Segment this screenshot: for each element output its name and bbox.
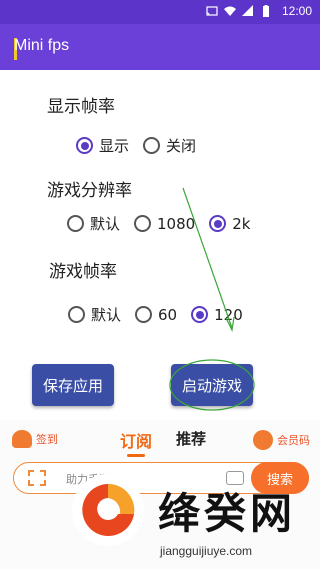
signal-icon (242, 5, 253, 16)
resolution-title: 游戏分辨率 (47, 181, 132, 201)
active-tab-indicator (127, 454, 145, 457)
wifi-icon (224, 6, 236, 16)
app-bar: Mini fps (0, 24, 320, 70)
radio-display-fps-show[interactable]: 显示 (76, 135, 129, 156)
resolution-options: 默认 1080 2k (67, 213, 264, 234)
radio-game-fps-60[interactable]: 60 (135, 306, 177, 324)
radio-checked-icon (76, 137, 93, 154)
radio-label: 1080 (157, 214, 196, 233)
battery-icon (263, 5, 269, 17)
display-fps-title: 显示帧率 (47, 97, 115, 117)
display-fps-options: 显示 关闭 (76, 135, 210, 156)
radio-unchecked-icon (67, 215, 84, 232)
radio-label: 60 (158, 305, 178, 324)
game-fps-title: 游戏帧率 (49, 262, 117, 282)
sign-in-label: 签到 (36, 433, 58, 446)
ad-tab-bar: 签到 订阅 推荐 会员码 (0, 426, 320, 457)
game-fps-options: 默认 60 120 (68, 304, 257, 325)
radio-label: 关闭 (166, 137, 197, 155)
radio-game-fps-default[interactable]: 默认 (68, 304, 121, 325)
radio-unchecked-icon (68, 306, 85, 323)
watermark-domain: jiangguijiuye.com (160, 544, 253, 558)
app-title: Mini fps (14, 37, 70, 54)
radio-unchecked-icon (143, 137, 161, 154)
vip-code-button[interactable]: 会员码 (253, 430, 310, 450)
cast-icon (206, 6, 218, 16)
gift-icon (12, 430, 32, 448)
vip-label: 会员码 (277, 434, 310, 447)
radio-checked-icon (209, 215, 227, 232)
radio-label: 120 (214, 305, 243, 324)
save-apply-button[interactable]: 保存应用 (32, 364, 114, 406)
radio-label: 默认 (91, 306, 122, 324)
status-bar: 12:00 (0, 0, 320, 24)
tab-recommend[interactable]: 推荐 (176, 428, 206, 449)
radio-label: 默认 (90, 215, 121, 233)
status-time: 12:00 (281, 4, 312, 18)
watermark-logo-icon (72, 474, 144, 546)
radio-display-fps-off[interactable]: 关闭 (143, 135, 196, 156)
tab-subscribe[interactable]: 订阅 (120, 428, 152, 452)
radio-resolution-default[interactable]: 默认 (67, 213, 120, 234)
radio-label: 显示 (99, 137, 130, 155)
scan-icon[interactable] (28, 470, 46, 486)
radio-label: 2k (232, 214, 251, 233)
radio-game-fps-120[interactable]: 120 (191, 306, 243, 324)
watermark-title: 绛癸网 (158, 489, 297, 538)
radio-resolution-2k[interactable]: 2k (209, 215, 250, 233)
status-icons (206, 5, 272, 17)
sign-in-button[interactable]: 签到 (12, 430, 58, 448)
launch-game-button[interactable]: 启动游戏 (171, 364, 253, 406)
radio-resolution-1080[interactable]: 1080 (134, 215, 195, 233)
vip-icon (253, 430, 273, 450)
radio-unchecked-icon (135, 306, 153, 323)
radio-checked-icon (191, 306, 209, 323)
radio-unchecked-icon (134, 215, 152, 232)
